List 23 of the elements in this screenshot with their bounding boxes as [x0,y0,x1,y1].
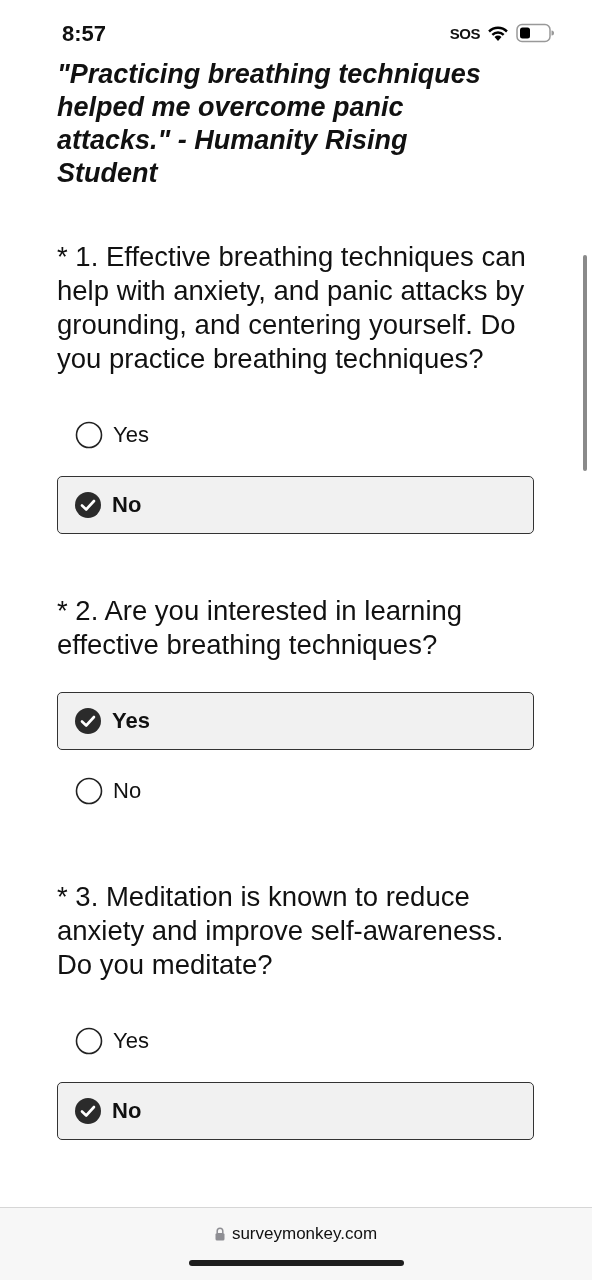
answer-option[interactable]: No [57,762,534,820]
checked-radio-icon [74,491,102,519]
radio-icon [75,1027,103,1055]
clock-time: 8:57 [62,21,107,47]
answer-option[interactable]: Yes [57,1012,534,1070]
question-text: * 3. Meditation is known to reduce anxiety and improve self-awareness. Do you meditate? [57,880,505,982]
lock-icon [214,1227,225,1241]
answer-option[interactable]: No [57,1082,534,1140]
answer-option[interactable]: Yes [57,692,534,750]
radio-icon [75,421,103,449]
checked-radio-icon [74,707,102,735]
checked-radio-icon [74,1097,102,1125]
wifi-icon [486,24,510,42]
carrier-label: SOS [449,24,480,42]
home-indicator[interactable] [188,1260,404,1266]
quote-text: "Practicing breathing techniques helped me overcome panic attacks." - Humanity Rising Student [57,58,482,190]
answer-option[interactable]: No [57,476,534,534]
question-text: * 2. Are you interested in learning effective breathing techniques? [57,594,464,662]
question-text: * 1. Effective breathing techniques can help with anxiety, and panic attacks by grounding, and centering yourself. Do you practice breathing techniques? [57,240,527,376]
url-text[interactable]: surveymonkey.com [231,1224,378,1244]
answer-option[interactable]: Yes [57,406,534,464]
battery-icon [516,23,554,43]
radio-icon [75,777,103,805]
